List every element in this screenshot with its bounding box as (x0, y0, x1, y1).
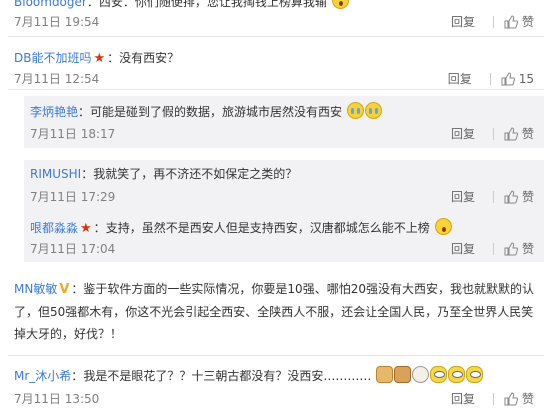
thumbs-up-icon (504, 14, 518, 28)
like-label: 赞 (521, 127, 534, 141)
comment-username[interactable]: 哏都淼淼 (30, 221, 78, 235)
emoji-icon (346, 102, 364, 119)
emoji-icon (394, 366, 412, 383)
comment-time: 7月11日 17:29 (30, 190, 116, 204)
comment-time: 7月11日 12:54 (14, 72, 100, 86)
like-button[interactable]: 赞 (504, 390, 534, 407)
emoji-icon (430, 366, 448, 383)
like-label: 赞 (521, 190, 534, 204)
like-button[interactable]: 赞 (504, 13, 534, 30)
comment-username[interactable]: RIMUSHI (30, 167, 81, 181)
emoji-icon (364, 102, 382, 119)
reply-item: 李炳艳艳：可能是碰到了假的数据，旅游城市居然没有西安 7月11日 18:17 回… (24, 96, 544, 148)
like-button[interactable]: 赞 (504, 125, 534, 142)
like-button[interactable]: 赞 (504, 240, 534, 257)
reply-button[interactable]: 回复 (448, 70, 472, 87)
comment-username[interactable]: Mr_沐小希 (14, 369, 71, 383)
separator: ： (107, 51, 120, 65)
comment-text: 我就笑了，再不济还不如保定之类的？ (93, 167, 298, 181)
reply-item: 哏都淼淼 ★ ：支持，虽然不是西安人但是支持西安，汉唐都城怎么能不上榜 7月11日 … (24, 212, 544, 262)
emoji-icon (331, 0, 349, 9)
emoji-icon (412, 366, 430, 383)
reply-button[interactable]: 回复 (451, 125, 475, 142)
thumbs-up-icon (504, 241, 518, 255)
comment-text: 我是不是眼花了？？十三朝古都没有？没西安………… (83, 369, 372, 383)
emoji-icon (448, 366, 466, 383)
reply-button[interactable]: 回复 (451, 240, 475, 257)
emoji-icon (376, 366, 394, 383)
vip-badge-icon: V (59, 282, 70, 297)
comment-text: 鉴于软件方面的一些实际情况，你要是10强、哪怕20强没有大西安，我也就默默的认了… (14, 282, 534, 341)
separator: ： (71, 282, 84, 296)
star-badge-icon: ★ (80, 221, 92, 236)
thumbs-up-icon (504, 391, 518, 405)
divider (492, 15, 494, 28)
thumbs-up-icon (504, 189, 518, 203)
comment-item: DB能不加班吗 ★ ：没有西安？ 7月11日 12:54 回复 15 (8, 44, 544, 90)
divider (492, 242, 494, 255)
separator: ： (81, 167, 94, 181)
comment-time: 7月11日 13:50 (14, 392, 100, 406)
star-badge-icon: ★ (93, 51, 106, 66)
reply-button[interactable]: 回复 (451, 188, 475, 205)
comment-item: MN敏敏 V ：鉴于软件方面的一些实际情况，你要是10强、哪怕20强没有大西安，我也… (8, 276, 544, 356)
comment-time: 7月11日 19:54 (14, 15, 100, 29)
comment-text: 支持，虽然不是西安人但是支持西安，汉唐都城怎么能不上榜 (105, 221, 430, 235)
like-label: 赞 (521, 15, 534, 29)
separator: ： (78, 105, 91, 119)
divider (492, 392, 494, 405)
reply-item: RIMUSHI：我就笑了，再不济还不如保定之类的？ 7月11日 17:29 回复… (24, 160, 544, 212)
comment-time: 7月11日 18:17 (30, 127, 116, 141)
divider (492, 190, 494, 203)
comment-feed: Bloomdoger：西安：你们随便排，您让我掏钱上榜算我输 7月11日 19:… (0, 0, 556, 416)
comment-text: 没有西安？ (119, 51, 180, 65)
thumbs-up-icon (501, 71, 515, 85)
comment-username[interactable]: DB能不加班吗 (14, 51, 91, 65)
comment-username[interactable]: Bloomdoger (14, 0, 87, 9)
like-count: 15 (518, 71, 534, 86)
comment-item: Bloomdoger：西安：你们随便排，您让我掏钱上榜算我输 7月11日 19:… (8, 0, 544, 37)
separator: ： (86, 0, 99, 9)
emoji-icon (434, 218, 452, 235)
comment-text: 可能是碰到了假的数据，旅游城市居然没有西安 (90, 105, 343, 119)
reply-button[interactable]: 回复 (451, 390, 475, 407)
comment-time: 7月11日 17:04 (30, 242, 116, 256)
reply-button[interactable]: 回复 (451, 13, 475, 30)
separator: ： (93, 221, 106, 235)
like-button[interactable]: 赞 (504, 188, 534, 205)
divider (492, 127, 494, 140)
comment-username[interactable]: 李炳艳艳 (30, 105, 78, 119)
like-label: 赞 (521, 392, 534, 406)
divider (489, 72, 491, 85)
separator: ： (71, 369, 84, 383)
comment-item: Mr_沐小希：我是不是眼花了？？十三朝古都没有？没西安………… 7月11日 13… (8, 360, 544, 416)
like-label: 赞 (521, 242, 534, 256)
emoji-icon (466, 366, 484, 383)
thumbs-up-icon (504, 126, 518, 140)
comment-username[interactable]: MN敏敏 (14, 282, 57, 296)
comment-text: 西安：你们随便排，您让我掏钱上榜算我输 (98, 0, 327, 9)
like-button[interactable]: 15 (501, 72, 534, 86)
